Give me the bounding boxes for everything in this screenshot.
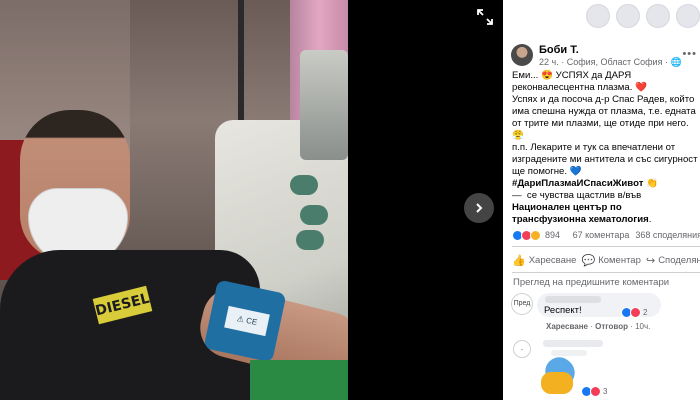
feeling-prefix: — се чувства щастлив в/във	[512, 190, 642, 201]
post-hashtag[interactable]: #ДариПлазмаИСпасиЖивот 👏	[512, 178, 698, 190]
post-header: Боби Т. 22 ч. · София, Област София · 🌐 …	[511, 44, 700, 70]
photo-machine-knob	[300, 205, 328, 225]
photo-machine-screen	[300, 50, 348, 160]
comment-item: Пред Респект! 2 Харесване · Отговор · 10…	[511, 293, 700, 333]
reaction-count[interactable]: 894	[545, 230, 560, 240]
photo-iv-pole	[238, 0, 244, 140]
post-panel: Боби Т. 22 ч. · София, Област София · 🌐 …	[503, 0, 700, 400]
divider	[512, 272, 700, 273]
chevron-right-icon	[476, 203, 483, 213]
feeling-place-link[interactable]: Национален център по трансфузионна хемат…	[512, 202, 649, 225]
like-button[interactable]: 👍 Харесване	[512, 254, 576, 267]
post-meta-text: 22 ч. · София, Област София ·	[539, 57, 671, 67]
more-icon[interactable]: •••	[682, 48, 697, 60]
comment-reactions[interactable]: 3	[581, 386, 607, 397]
next-photo-button[interactable]	[464, 193, 494, 223]
post-body: Еми... 😍 УСПЯХ да ДАРЯ реконвалесцентна …	[512, 70, 698, 226]
comment-sticker	[539, 351, 581, 396]
photo-viewer: DIESEL ⚠ CE	[0, 0, 503, 400]
nav-circle-icon[interactable]	[586, 4, 610, 28]
globe-icon: 🌐	[670, 57, 682, 67]
photo-green-cloth	[250, 360, 348, 400]
commenter-avatar[interactable]: Пред	[511, 293, 533, 315]
comment-bubble-icon: 💬	[581, 254, 596, 267]
shares-count[interactable]: 368 споделяния	[635, 230, 700, 240]
post-feeling: — се чувства щастлив в/във Национален це…	[512, 190, 698, 226]
post-photo[interactable]: DIESEL ⚠ CE	[0, 0, 348, 400]
post-meta: 22 ч. · София, Област София · 🌐	[539, 57, 682, 68]
nav-circle-icon[interactable]	[676, 4, 700, 28]
care-reaction-icon[interactable]	[530, 229, 541, 241]
author-name[interactable]: Боби Т.	[539, 44, 579, 56]
author-avatar[interactable]	[511, 44, 533, 66]
comment-text: Респект!	[544, 305, 582, 316]
love-reaction-icon	[590, 386, 601, 397]
post-actions: 👍 Харесване 💬 Коментар ↪ Споделяне	[512, 250, 700, 270]
divider	[512, 246, 700, 247]
love-reaction-icon	[630, 307, 641, 318]
commenter-name-redacted	[545, 296, 601, 303]
comment-reactions[interactable]: 2	[621, 307, 647, 318]
commenter-name-redacted	[543, 340, 603, 347]
nav-circle-icon[interactable]	[646, 4, 670, 28]
comment-button[interactable]: 💬 Коментар	[581, 254, 640, 267]
comment-actions: Харесване · Отговор · 10ч.	[546, 322, 651, 331]
share-arrow-icon: ↪	[645, 254, 656, 267]
commenter-name-redacted	[551, 350, 587, 356]
fullscreen-icon[interactable]	[476, 8, 494, 26]
comment-item: · 3	[511, 336, 700, 400]
post-line: Успях и да посоча д-р Спас Радев, който …	[512, 94, 699, 141]
comment-reaction-count: 2	[643, 308, 648, 317]
post-line: п.п. Лекарите и тук са впечатлени от изг…	[512, 142, 700, 177]
thumbs-up-icon: 👍	[512, 254, 526, 267]
view-previous-comments[interactable]: Преглед на предишните коментари	[513, 277, 669, 288]
post-line: Еми... 😍 УСПЯХ да ДАРЯ реконвалесцентна …	[512, 70, 648, 93]
comment-label: Коментар	[598, 254, 641, 266]
comment-reply-link[interactable]: Отговор	[595, 322, 628, 331]
share-button[interactable]: ↪ Споделяне	[646, 254, 700, 267]
feeling-suffix: .	[648, 214, 652, 225]
comment-like-link[interactable]: Харесване	[546, 322, 588, 331]
photo-machine-knob	[290, 175, 318, 195]
comment-time[interactable]: 10ч.	[635, 322, 650, 331]
photo-machine-knob	[296, 230, 324, 250]
top-nav-icons	[586, 4, 700, 28]
clapping-hands-sticker-icon	[541, 372, 573, 394]
like-label: Харесване	[528, 254, 577, 266]
comment-reaction-count: 3	[603, 387, 608, 396]
reactions-bar: 894 67 коментара 368 споделяния	[512, 228, 700, 242]
share-label: Споделяне	[658, 254, 700, 266]
nav-circle-icon[interactable]	[616, 4, 640, 28]
comments-count[interactable]: 67 коментара	[573, 230, 630, 240]
commenter-avatar[interactable]: ·	[513, 340, 531, 358]
